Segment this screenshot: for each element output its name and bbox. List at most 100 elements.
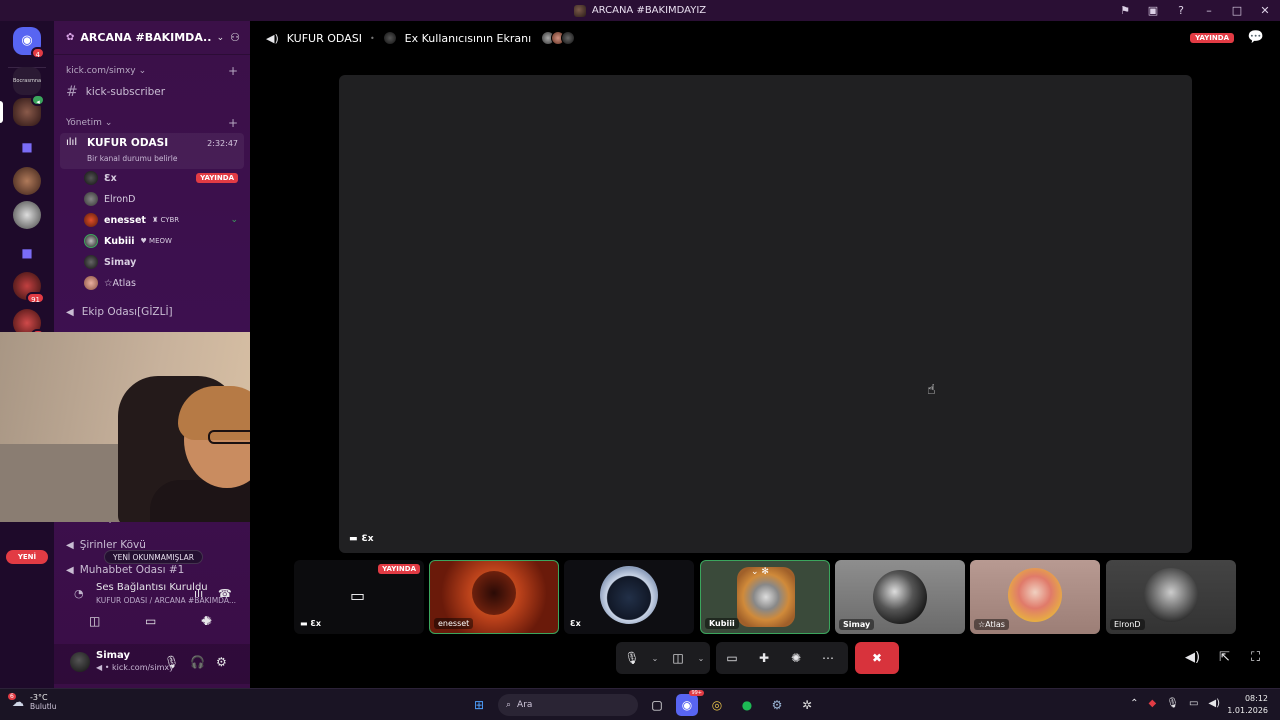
channel-kick-subscriber[interactable]: # kick-subscriber <box>66 84 242 100</box>
server-avatar-2[interactable] <box>13 167 41 195</box>
weather-widget[interactable]: ☁ 6 -3°C Bulutlu <box>8 693 57 711</box>
discord-taskbar-icon[interactable]: ◉ 99+ <box>676 690 704 716</box>
chrome-icon[interactable]: ◎ <box>706 694 728 716</box>
activities-icon[interactable]: ✚ <box>748 651 780 665</box>
clock[interactable]: 08:12 1.01.2026 <box>1227 693 1268 717</box>
stage-label: ▬ Ɛx <box>349 534 374 544</box>
invite-icon[interactable]: ⚇ <box>230 31 240 44</box>
avatar <box>382 31 397 45</box>
steam-icon[interactable]: ⚙ <box>766 694 788 716</box>
participant-tile[interactable]: ElronD <box>1106 560 1236 634</box>
new-unreads-badge[interactable]: YENİ <box>6 550 48 564</box>
tray-app-icon[interactable]: ◆ <box>1149 698 1157 709</box>
voice-member[interactable]: ☆Atlas <box>84 276 238 290</box>
chat-icon[interactable]: 💬 <box>1248 30 1264 45</box>
headphones-icon[interactable]: 🎧 <box>190 655 205 669</box>
participant-tile[interactable]: ⌄ ✻ Kubiii <box>700 560 830 634</box>
server-doc[interactable]: Bocrasmna <box>13 67 41 95</box>
screen-share-icon[interactable]: ▭ <box>716 651 748 665</box>
participant-tile[interactable]: ☆Atlas <box>970 560 1100 634</box>
tile-name: Kubiii <box>705 618 739 629</box>
viewer-avatars[interactable] <box>541 31 576 45</box>
close-button[interactable]: ✕ <box>1258 4 1272 17</box>
server-voice-icon: ◂ <box>31 94 45 106</box>
member-name: ☆Atlas <box>104 277 136 289</box>
participant-tile[interactable]: enesset <box>429 560 559 634</box>
discord-home-button[interactable]: ◉ 4 <box>13 27 45 59</box>
voice-member[interactable]: Simay <box>84 255 238 269</box>
server-avatar-3[interactable] <box>13 201 41 229</box>
fullscreen-icon[interactable]: ⛶ <box>1251 650 1260 665</box>
more-icon[interactable]: ⋯ <box>812 651 844 665</box>
maximize-button[interactable]: □ <box>1230 4 1244 17</box>
user-avatar[interactable] <box>70 652 90 672</box>
search-input[interactable]: ⌕ Ara <box>498 694 638 716</box>
avatar <box>600 566 658 624</box>
category-kick[interactable]: kick.com/simxy ⌄ + <box>66 64 238 78</box>
live-badge: YAYINDA <box>196 173 238 183</box>
add-channel-icon[interactable]: + <box>228 64 238 78</box>
inbox-icon[interactable]: ⚑ <box>1118 4 1132 17</box>
screen-share-stage[interactable]: ▬ Ɛx <box>339 75 1192 553</box>
guild-header[interactable]: ✿ ARCANA #BAKIMDA... ⌄ ⚇ <box>54 21 250 55</box>
voice-channel-name: KUFUR ODASI <box>87 137 169 149</box>
screen-icon[interactable]: ▣ <box>1146 4 1160 17</box>
camera-off-icon[interactable]: ◫ <box>89 614 100 628</box>
signal-icon[interactable]: ◔ <box>74 587 84 600</box>
volume-icon[interactable]: ◀) <box>1185 650 1200 665</box>
chevron-up-icon[interactable]: ⌃ <box>1130 698 1138 709</box>
microphone-icon[interactable]: 🎙 <box>616 651 648 665</box>
microphone-icon[interactable]: 🎙 <box>164 655 179 669</box>
stage-user: Ɛx <box>361 534 374 544</box>
voice-channel-active[interactable]: ılıl KUFUR ODASI 2:32:47 Bir kanal durum… <box>60 133 244 169</box>
help-icon[interactable]: ? <box>1174 4 1188 17</box>
voice-member[interactable]: Ɛx YAYINDA <box>84 171 238 185</box>
participant-tile[interactable]: Simay <box>835 560 965 634</box>
soundboard-icon[interactable]: ✺ <box>202 614 212 628</box>
network-icon[interactable]: ▭ <box>1189 698 1198 709</box>
noise-suppression-icon[interactable]: ılı <box>194 587 203 600</box>
soundboard-icon[interactable]: ✺ <box>780 651 812 665</box>
folder-icon[interactable]: ■ <box>13 133 41 161</box>
channel-status[interactable]: Bir kanal durumu belirle <box>87 154 177 163</box>
disconnect-button[interactable]: ✖ <box>855 642 899 674</box>
popout-icon[interactable]: ⇱ <box>1219 650 1230 665</box>
disconnect-icon[interactable]: ☎ <box>218 587 232 600</box>
channel-muhabbet[interactable]: ◀ Muhabbet Odası #1 <box>66 564 184 576</box>
user-name[interactable]: Simay <box>96 650 130 661</box>
start-icon[interactable]: ⊞ <box>468 694 490 716</box>
voice-member[interactable]: ElronD <box>84 192 238 206</box>
camera-off-icon[interactable]: ◫ <box>662 651 694 665</box>
taskbar-apps: ⊞ ⌕ Ara ▢ ◉ 99+ ◎ ● ⚙ ✲ <box>468 690 818 717</box>
member-tag-text: MEOW <box>149 237 172 245</box>
add-channel-icon[interactable]: + <box>228 116 238 130</box>
channel-ekip-odasi[interactable]: ◀ Ekip Odası[GİZLİ] <box>66 306 242 318</box>
folder-icon-2[interactable]: ■ <box>13 239 41 267</box>
avatar <box>84 213 98 227</box>
weather-badge: 6 <box>8 693 16 700</box>
avatar <box>873 570 927 624</box>
microphone-icon[interactable]: 🎙 <box>1166 698 1179 709</box>
voice-member[interactable]: enesset ♜ CYBR ⌄ <box>84 213 238 227</box>
participant-tile[interactable]: YAYINDA ▭ ▬ Ɛx <box>294 560 424 634</box>
server-arcana[interactable]: ◂ <box>13 94 45 126</box>
screen-share-icon[interactable]: ▭ <box>145 614 156 628</box>
volume-icon[interactable]: ◀) <box>1208 698 1220 709</box>
clock-time: 08:12 <box>1244 694 1268 703</box>
gear-icon[interactable]: ⚙ <box>216 655 227 669</box>
server-avatar-4[interactable]: 91 <box>13 272 45 304</box>
spotify-icon[interactable]: ● <box>736 694 758 716</box>
chevron-down-icon: ⌄ <box>138 66 147 76</box>
chevron-down-icon[interactable]: ⌄ <box>648 654 662 663</box>
participant-tile[interactable]: Ɛx <box>564 560 694 634</box>
chevron-down-icon[interactable]: ⌄ <box>694 654 708 663</box>
minimize-button[interactable]: – <box>1202 4 1216 17</box>
member-tag: ♥ MEOW <box>140 237 172 245</box>
task-view-icon[interactable]: ▢ <box>646 694 668 716</box>
voice-member[interactable]: Kubiii ♥ MEOW <box>84 234 238 248</box>
unread-pill[interactable]: YENİ OKUNMAMIŞLAR <box>104 550 203 564</box>
app-icon[interactable]: ✲ <box>796 694 818 716</box>
connection-location[interactable]: KUFUR ODASI / ARCANA #BAKIMDA... <box>96 596 236 605</box>
connection-status[interactable]: Ses Bağlantısı Kuruldu <box>96 582 208 593</box>
category-yonetim[interactable]: Yönetim ⌄ + <box>66 116 238 130</box>
